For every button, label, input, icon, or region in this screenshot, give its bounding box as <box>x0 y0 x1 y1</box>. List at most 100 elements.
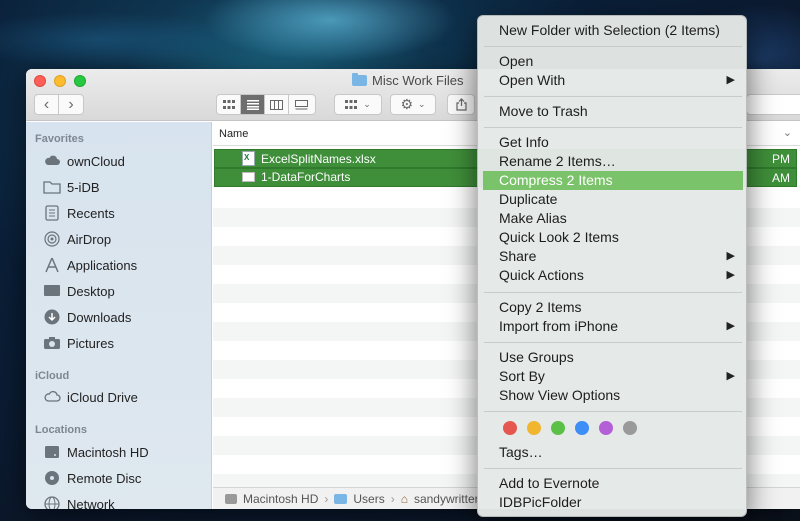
path-item-user[interactable]: sandywritter <box>414 492 479 506</box>
chevron-right-icon: › <box>68 96 73 114</box>
airdrop-icon <box>43 231 61 247</box>
menu-item-duplicate[interactable]: Duplicate <box>483 190 743 209</box>
sidebar-item-owncloud[interactable]: ownCloud <box>43 150 125 172</box>
menu-item-add-to-evernote[interactable]: Add to Evernote <box>483 474 743 493</box>
menu-item-sort-by[interactable]: Sort By ▶ <box>483 367 743 386</box>
sidebar-item-5-idb[interactable]: 5-iDB <box>43 176 100 198</box>
folder-icon <box>334 494 347 504</box>
sidebar: Favorites ownCloud 5-iDB Recents AirDrop… <box>26 122 212 509</box>
sidebar-item-recents[interactable]: Recents <box>43 202 115 224</box>
chevron-down-icon: ⌄ <box>783 126 792 139</box>
minimize-button[interactable] <box>54 75 66 87</box>
cloud-icon <box>43 153 61 169</box>
gallery-view-button[interactable] <box>289 95 313 114</box>
sidebar-item-network[interactable]: Network <box>43 493 115 509</box>
search-field[interactable] <box>746 94 800 115</box>
column-view-button[interactable] <box>265 95 289 114</box>
sidebar-item-desktop[interactable]: Desktop <box>43 280 115 302</box>
cloud-icon <box>43 389 61 405</box>
desktop-icon <box>43 283 61 299</box>
submenu-arrow-icon: ▶ <box>727 247 735 266</box>
chevron-down-icon: ⌄ <box>418 99 426 110</box>
back-button[interactable]: ‹ <box>35 95 59 114</box>
share-icon <box>456 98 467 111</box>
sidebar-item-macintosh-hd[interactable]: Macintosh HD <box>43 441 149 463</box>
tag-orange[interactable] <box>527 421 541 435</box>
menu-item-share[interactable]: Share ▶ <box>483 247 743 266</box>
home-icon: ⌂ <box>401 492 408 506</box>
sidebar-item-pictures[interactable]: Pictures <box>43 332 114 354</box>
menu-separator <box>484 468 742 469</box>
menu-item-idbpicfolder[interactable]: IDBPicFolder <box>483 493 743 512</box>
menu-item-tags[interactable]: Tags… <box>483 443 743 462</box>
action-button[interactable]: ⚙ ⌄ <box>390 94 436 115</box>
context-menu: New Folder with Selection (2 Items) Open… <box>477 15 747 517</box>
sidebar-item-icloud-drive[interactable]: iCloud Drive <box>43 386 138 408</box>
menu-item-show-view-options[interactable]: Show View Options <box>483 386 743 405</box>
window-title: Misc Work Files <box>352 73 463 88</box>
column-header-label: Name <box>219 128 248 140</box>
file-name-text: 1-DataForCharts <box>261 170 350 184</box>
list-view-button[interactable] <box>241 95 265 114</box>
file-name: 1-DataForCharts <box>242 170 350 184</box>
sidebar-item-airdrop[interactable]: AirDrop <box>43 228 111 250</box>
globe-icon <box>43 496 61 509</box>
menu-item-get-info[interactable]: Get Info <box>483 133 743 152</box>
group-by-button[interactable]: ⌄ <box>334 94 382 115</box>
submenu-arrow-icon: ▶ <box>727 71 735 90</box>
sidebar-item-label: Pictures <box>67 336 114 351</box>
sidebar-section-favorites: Favorites <box>35 133 84 145</box>
menu-item-new-folder-with-selection[interactable]: New Folder with Selection (2 Items) <box>483 21 743 40</box>
menu-item-label: Quick Actions <box>499 267 584 283</box>
menu-separator <box>484 46 742 47</box>
share-button[interactable] <box>447 94 475 115</box>
gallery-icon <box>295 100 308 110</box>
path-item-users[interactable]: Users <box>353 492 384 506</box>
forward-button[interactable]: › <box>59 95 83 114</box>
menu-item-open-with[interactable]: Open With ▶ <box>483 71 743 90</box>
menu-item-quick-look[interactable]: Quick Look 2 Items <box>483 228 743 247</box>
menu-item-label: Open With <box>499 72 565 88</box>
sidebar-section-locations: Locations <box>35 424 87 436</box>
path-item-macintosh-hd[interactable]: Macintosh HD <box>243 492 318 506</box>
chevron-right-icon: › <box>391 492 395 506</box>
sidebar-item-label: Macintosh HD <box>67 445 149 460</box>
tag-red[interactable] <box>503 421 517 435</box>
sidebar-item-label: 5-iDB <box>67 180 100 195</box>
menu-item-open[interactable]: Open <box>483 52 743 71</box>
menu-item-import-from-iphone[interactable]: Import from iPhone ▶ <box>483 317 743 336</box>
sidebar-section-icloud: iCloud <box>35 370 69 382</box>
menu-separator <box>484 96 742 97</box>
view-mode-control <box>216 94 316 115</box>
tag-green[interactable] <box>551 421 565 435</box>
sidebar-item-remote-disc[interactable]: Remote Disc <box>43 467 141 489</box>
menu-item-rename[interactable]: Rename 2 Items… <box>483 152 743 171</box>
tag-gray[interactable] <box>623 421 637 435</box>
menu-item-use-groups[interactable]: Use Groups <box>483 348 743 367</box>
menu-item-label: Import from iPhone <box>499 318 618 334</box>
menu-separator <box>484 127 742 128</box>
recents-icon <box>43 205 61 221</box>
camera-icon <box>43 335 61 351</box>
sidebar-item-applications[interactable]: Applications <box>43 254 137 276</box>
folder-icon <box>352 75 367 86</box>
sidebar-item-label: Applications <box>67 258 137 273</box>
tag-blue[interactable] <box>575 421 589 435</box>
close-button[interactable] <box>34 75 46 87</box>
menu-item-quick-actions[interactable]: Quick Actions ▶ <box>483 266 743 285</box>
icon-view-button[interactable] <box>217 95 241 114</box>
grid-icon <box>223 100 235 110</box>
tag-purple[interactable] <box>599 421 613 435</box>
list-icon <box>247 100 259 110</box>
sidebar-item-label: AirDrop <box>67 232 111 247</box>
menu-separator <box>484 342 742 343</box>
menu-item-make-alias[interactable]: Make Alias <box>483 209 743 228</box>
menu-item-compress[interactable]: Compress 2 Items <box>483 171 743 190</box>
zoom-button[interactable] <box>74 75 86 87</box>
sidebar-item-downloads[interactable]: Downloads <box>43 306 131 328</box>
window-title-text: Misc Work Files <box>372 73 463 88</box>
menu-item-move-to-trash[interactable]: Move to Trash <box>483 102 743 121</box>
submenu-arrow-icon: ▶ <box>727 266 735 285</box>
menu-item-copy[interactable]: Copy 2 Items <box>483 298 743 317</box>
chevron-right-icon: › <box>324 492 328 506</box>
